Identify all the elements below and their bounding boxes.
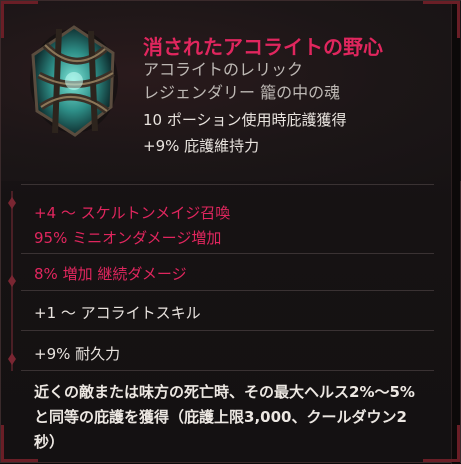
scrollbar-rail xyxy=(451,1,460,464)
affix-line: 8% 増加 継続ダメージ xyxy=(34,265,187,283)
unique-effect-line: と同等の庇護を獲得（庇護上限3,000、クールダウン2 xyxy=(34,408,407,426)
unique-effect: 近くの敵または味方の死亡時、その最大ヘルス2%〜5% と同等の庇護を獲得（庇護上… xyxy=(34,380,446,455)
item-tooltip: 消されたアコライトの野心 アコライトのレリック レジェンダリー 籠の中の魂 10… xyxy=(0,0,461,464)
affix-line: 95% ミニオンダメージ増加 xyxy=(34,229,222,247)
section-divider xyxy=(21,370,434,371)
affix-line: +4 〜 スケルトンメイジ召喚 xyxy=(34,204,231,222)
section-divider xyxy=(21,330,434,331)
section-divider xyxy=(21,290,434,291)
item-subtype: アコライトのレリック xyxy=(143,60,304,79)
item-rarity: レジェンダリー 籠の中の魂 xyxy=(143,83,341,102)
relic-icon xyxy=(30,25,118,137)
affix-border-ornament xyxy=(8,191,16,371)
frame-corner-ornament xyxy=(1,425,38,462)
unique-effect-line: 近くの敵または味方の死亡時、その最大ヘルス2%〜5% xyxy=(34,383,415,401)
base-stat: +9% 庇護維持力 xyxy=(143,137,260,155)
affix-line: +9% 耐久力 xyxy=(34,345,121,363)
section-divider xyxy=(21,184,434,185)
affix-line: +1 〜 アコライトスキル xyxy=(34,304,201,322)
unique-effect-line: 秒） xyxy=(34,433,65,451)
section-divider xyxy=(21,253,434,254)
base-stat: 10 ポーション使用時庇護獲得 xyxy=(143,111,347,129)
